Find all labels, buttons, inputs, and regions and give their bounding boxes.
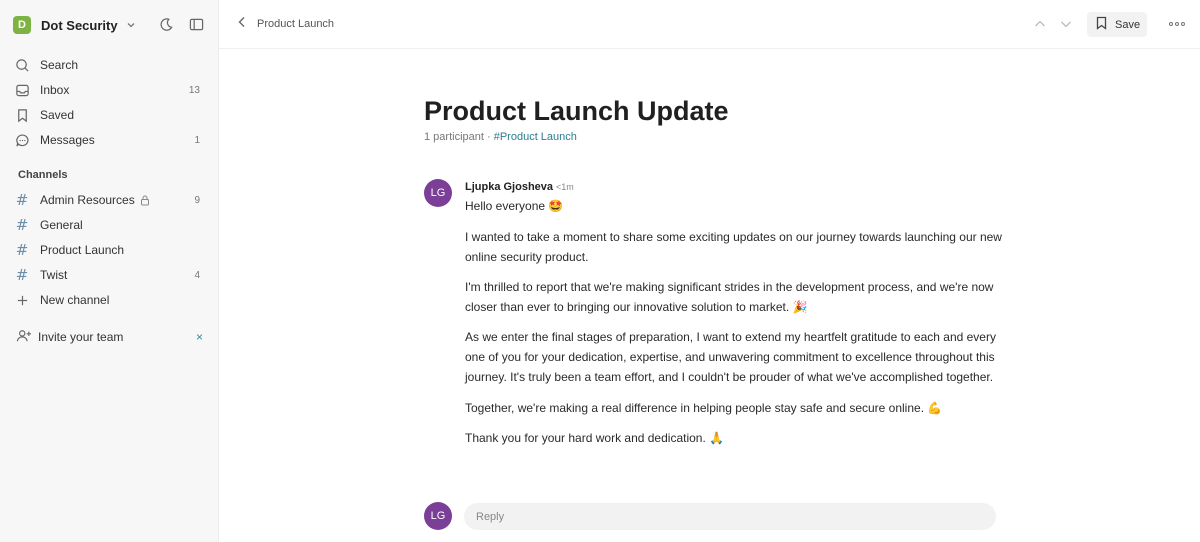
message-paragraph: Hello everyone 🤩 [465,199,564,213]
bookmark-icon [13,106,31,124]
reply-input[interactable] [464,503,996,530]
message-paragraph: As we enter the final stages of preparat… [465,330,996,384]
chat-bubble-icon [13,131,31,149]
sidebar-item-label: General [40,218,83,232]
sidebar-item-general[interactable]: # General [13,214,207,236]
sidebar-toggle-icon[interactable] [189,17,204,35]
page-title: Product Launch Update [424,96,729,126]
sidebar-item-label: Inbox [40,83,70,97]
meta-separator: · [483,131,494,143]
unread-count: 1 [194,134,200,146]
bookmark-icon [1095,16,1108,33]
hash-icon: # [15,241,29,259]
save-label: Save [1115,18,1141,31]
moon-icon[interactable] [159,17,174,35]
sidebar-item-saved[interactable]: Saved [13,104,207,126]
sidebar-item-search[interactable]: Search [13,54,207,76]
chevron-left-icon [237,16,247,31]
new-channel-button[interactable]: New channel [13,289,207,311]
more-options-icon[interactable] [1169,22,1187,26]
author-name[interactable]: Ljupka Gjosheva [465,181,553,193]
sidebar-item-twist[interactable]: # Twist 4 [13,264,207,286]
hash-icon: # [15,266,29,284]
workspace-logo: D [13,16,31,34]
add-user-icon [16,329,32,346]
workspace-name: Dot Security [41,17,118,33]
unread-count: 9 [194,194,200,206]
breadcrumb[interactable]: Product Launch [237,16,334,31]
inbox-icon [13,81,31,99]
reply-avatar: LG [424,502,452,530]
sidebar-item-messages[interactable]: Messages 1 [13,129,207,151]
sidebar-item-product-launch[interactable]: # Product Launch [13,239,207,261]
chevron-down-icon [126,20,136,30]
previous-thread-icon[interactable] [1033,17,1047,34]
save-button[interactable]: Save [1087,12,1147,37]
breadcrumb-channel: Product Launch [257,17,335,30]
unread-count: 13 [188,84,200,96]
sidebar-item-admin-resources[interactable]: # Admin Resources 9 [13,189,207,211]
message-timestamp: <1m [556,182,574,192]
sidebar-item-label: Product Launch [40,243,125,257]
message-paragraph: Thank you for your hard work and dedicat… [465,431,725,445]
participant-count: 1 participant [424,131,484,143]
sidebar-item-label: Twist [40,268,68,282]
invite-label: Invite your team [38,330,124,344]
message-paragraph: I'm thrilled to report that we're making… [465,280,994,314]
hash-icon: # [15,216,29,234]
search-icon [13,56,31,74]
sidebar-item-label: Search [40,58,79,72]
topbar: Product Launch Save [219,0,1200,49]
sidebar-item-label: Saved [40,108,75,122]
thread-meta: 1 participant · #Product Launch [424,131,577,143]
invite-team-button[interactable]: Invite your team × [16,327,207,347]
sidebar-item-label: Admin Resources [40,193,135,207]
sidebar-item-label: New channel [40,293,110,307]
message-author: Ljupka Gjosheva <1m [465,181,574,193]
plus-icon [13,291,31,309]
lock-icon [140,195,150,206]
avatar[interactable]: LG [424,179,452,207]
message-paragraph: I wanted to take a moment to share some … [465,230,1002,264]
unread-count: 4 [194,269,200,281]
sidebar-item-inbox[interactable]: Inbox 13 [13,79,207,101]
dismiss-invite-button[interactable]: × [196,330,203,344]
next-thread-icon[interactable] [1059,17,1073,34]
channel-link[interactable]: #Product Launch [494,131,577,143]
sidebar-item-label: Messages [40,133,95,147]
sidebar: D Dot Security Search Inbox 13 Saved Mes… [0,0,219,542]
thread-view: Product Launch Save Product Launch Updat… [219,0,1200,542]
channels-section-title: Channels [18,169,68,181]
message-paragraph: Together, we're making a real difference… [465,401,943,415]
app-window: D Dot Security Search Inbox 13 Saved Mes… [0,0,1200,542]
workspace-switcher[interactable]: D Dot Security [13,15,207,35]
hash-icon: # [15,191,29,209]
